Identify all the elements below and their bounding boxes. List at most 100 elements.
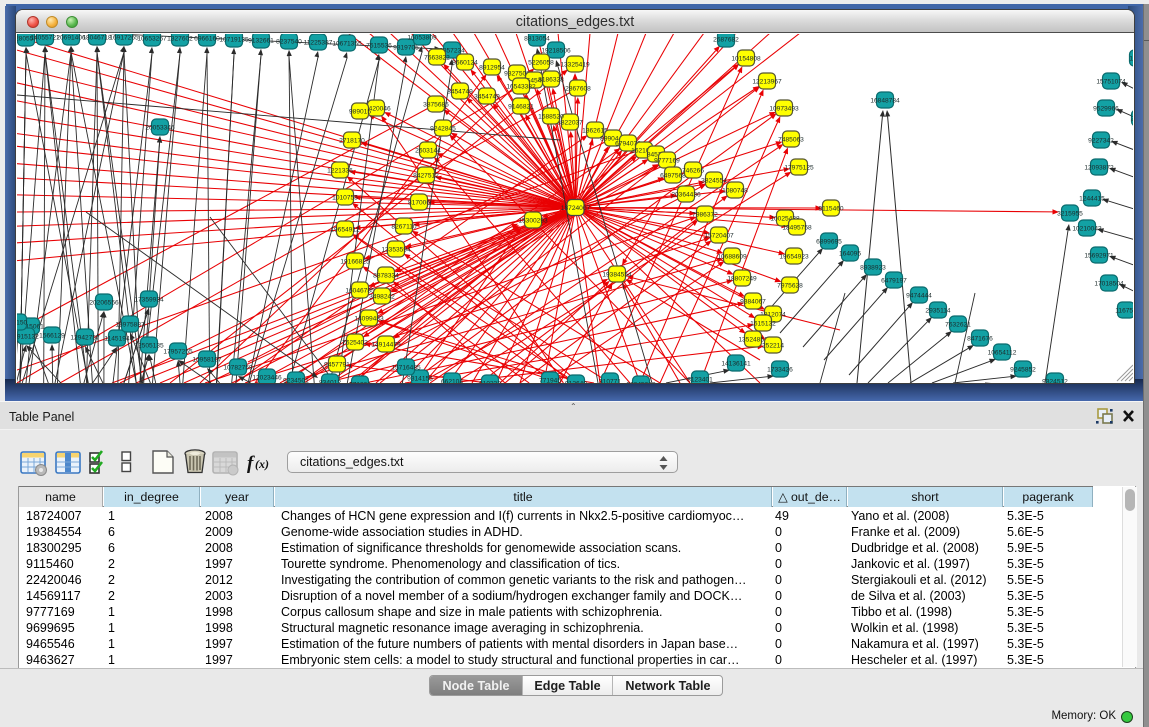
svg-text:7986372: 7986372	[692, 211, 718, 218]
svg-text:6479197: 6479197	[881, 277, 907, 284]
svg-text:1080748: 1080748	[722, 187, 748, 194]
svg-text:3498242: 3498242	[369, 293, 395, 300]
svg-text:15300293: 15300293	[518, 217, 548, 224]
svg-text:12023446: 12023446	[252, 374, 282, 381]
svg-text:17975125: 17975125	[784, 164, 814, 171]
svg-text:13325419: 13325419	[560, 61, 590, 68]
svg-text:2935114: 2935114	[925, 307, 951, 314]
svg-text:9146821: 9146821	[508, 103, 534, 110]
svg-text:9115460: 9115460	[818, 205, 844, 212]
svg-text:10782759: 10782759	[223, 364, 253, 371]
svg-text:912640: 912640	[565, 380, 587, 383]
svg-text:3215955: 3215955	[1057, 210, 1083, 217]
svg-text:1327602: 1327602	[167, 35, 193, 42]
svg-text:7515536: 7515536	[366, 42, 392, 49]
svg-text:10654112: 10654112	[988, 349, 1017, 356]
svg-text:2603144: 2603144	[415, 147, 441, 154]
svg-text:10671355: 10671355	[332, 40, 362, 47]
svg-text:116753: 116753	[1115, 307, 1133, 314]
svg-text:9227342: 9227342	[1088, 137, 1114, 144]
svg-text:16917265: 16917265	[109, 34, 139, 41]
svg-text:8267110: 8267110	[391, 223, 417, 230]
svg-text:9319705: 9319705	[393, 44, 419, 51]
svg-text:5226058: 5226058	[528, 59, 554, 66]
svg-text:19218506: 19218506	[541, 47, 571, 54]
svg-text:8123401: 8123401	[687, 376, 713, 383]
svg-text:11154: 11154	[1129, 55, 1133, 62]
svg-text:12093872: 12093872	[1084, 164, 1114, 171]
svg-text:12213967: 12213967	[752, 78, 782, 85]
svg-text:7625402: 7625402	[342, 339, 368, 346]
svg-text:1145194: 1145194	[104, 335, 130, 342]
svg-text:1010755: 1010755	[332, 194, 358, 201]
svg-text:10154808: 10154808	[731, 55, 761, 62]
svg-text:10973493: 10973493	[769, 105, 799, 112]
svg-text:9529966: 9529966	[1093, 105, 1119, 112]
svg-text:19166825: 19166825	[340, 258, 370, 265]
svg-text:8237540: 8237540	[276, 38, 302, 45]
svg-text:f: f	[247, 453, 255, 474]
svg-text:22754: 22754	[1131, 115, 1133, 122]
svg-text:9242845: 9242845	[430, 125, 456, 132]
svg-text:18046718: 18046718	[82, 34, 112, 41]
svg-text:810332: 810332	[479, 380, 501, 383]
svg-text:8938923: 8938923	[860, 264, 886, 271]
svg-text:14099483: 14099483	[354, 315, 384, 322]
svg-text:9474444: 9474444	[906, 292, 932, 299]
svg-text:771201: 771201	[349, 381, 371, 383]
svg-text:17359934: 17359934	[134, 296, 164, 303]
svg-text:3875685: 3875685	[423, 101, 449, 108]
svg-text:7975628: 7975628	[777, 282, 803, 289]
svg-text:8813054: 8813054	[524, 35, 550, 42]
svg-text:10958107: 10958107	[192, 356, 222, 363]
svg-text:9915132: 9915132	[17, 333, 39, 340]
svg-text:2718170: 2718170	[339, 137, 365, 144]
svg-text:2687682: 2687682	[713, 36, 739, 43]
svg-text:9132661: 9132661	[248, 37, 274, 44]
svg-text:6899695: 6899695	[816, 238, 842, 245]
svg-text:8427512: 8427512	[413, 172, 439, 179]
svg-text:3824554: 3824554	[701, 177, 727, 184]
svg-text:817006: 817006	[408, 199, 430, 206]
svg-text:1566129: 1566129	[39, 332, 65, 339]
svg-text:3454749: 3454749	[474, 93, 500, 100]
svg-text:8878334: 8878334	[373, 272, 399, 279]
svg-text:1588520: 1588520	[538, 113, 564, 120]
svg-text:8660124: 8660124	[452, 59, 478, 66]
svg-text:15751074: 15751074	[1096, 78, 1126, 85]
svg-text:2867608: 2867608	[565, 85, 591, 92]
svg-text:6966160: 6966160	[194, 35, 220, 42]
svg-text:13975887: 13975887	[115, 321, 145, 328]
svg-text:9314155: 9314155	[407, 375, 433, 382]
svg-text:16848784: 16848784	[870, 97, 900, 104]
svg-text:1244415: 1244415	[1079, 195, 1105, 202]
svg-text:(x): (x)	[255, 457, 269, 471]
svg-text:19654923: 19654923	[779, 253, 809, 260]
svg-text:79150: 79150	[17, 319, 27, 326]
svg-text:8454749: 8454749	[447, 88, 473, 95]
svg-text:14914479: 14914479	[371, 341, 401, 348]
svg-text:18807249: 18807249	[727, 275, 757, 282]
svg-text:9457791: 9457791	[324, 361, 350, 368]
svg-text:13353594: 13353594	[381, 246, 411, 253]
svg-text:252214: 252214	[762, 342, 784, 349]
svg-text:15720407: 15720407	[704, 232, 734, 239]
svg-text:8912954: 8912954	[479, 64, 505, 71]
svg-text:8471676: 8471676	[967, 335, 993, 342]
svg-text:20053346: 20053346	[145, 124, 175, 131]
svg-text:9324512: 9324512	[1042, 378, 1068, 383]
svg-text:1615132: 1615132	[750, 320, 776, 327]
svg-text:1221336: 1221336	[327, 167, 353, 174]
svg-text:3822037: 3822037	[557, 119, 583, 126]
svg-text:18724007: 18724007	[561, 205, 591, 212]
svg-text:10653267: 10653267	[137, 35, 167, 42]
svg-text:11225387: 11225387	[304, 39, 333, 46]
svg-text:96245012: 96245012	[626, 381, 656, 383]
svg-text:10210043: 10210043	[1072, 225, 1102, 232]
svg-text:10688609: 10688609	[717, 253, 747, 260]
svg-text:9234501: 9234501	[283, 377, 309, 383]
svg-text:15716485: 15716485	[391, 364, 421, 371]
svg-text:20206556: 20206556	[89, 299, 119, 306]
svg-text:16053809: 16053809	[407, 34, 437, 41]
svg-text:9384067: 9384067	[740, 298, 766, 305]
